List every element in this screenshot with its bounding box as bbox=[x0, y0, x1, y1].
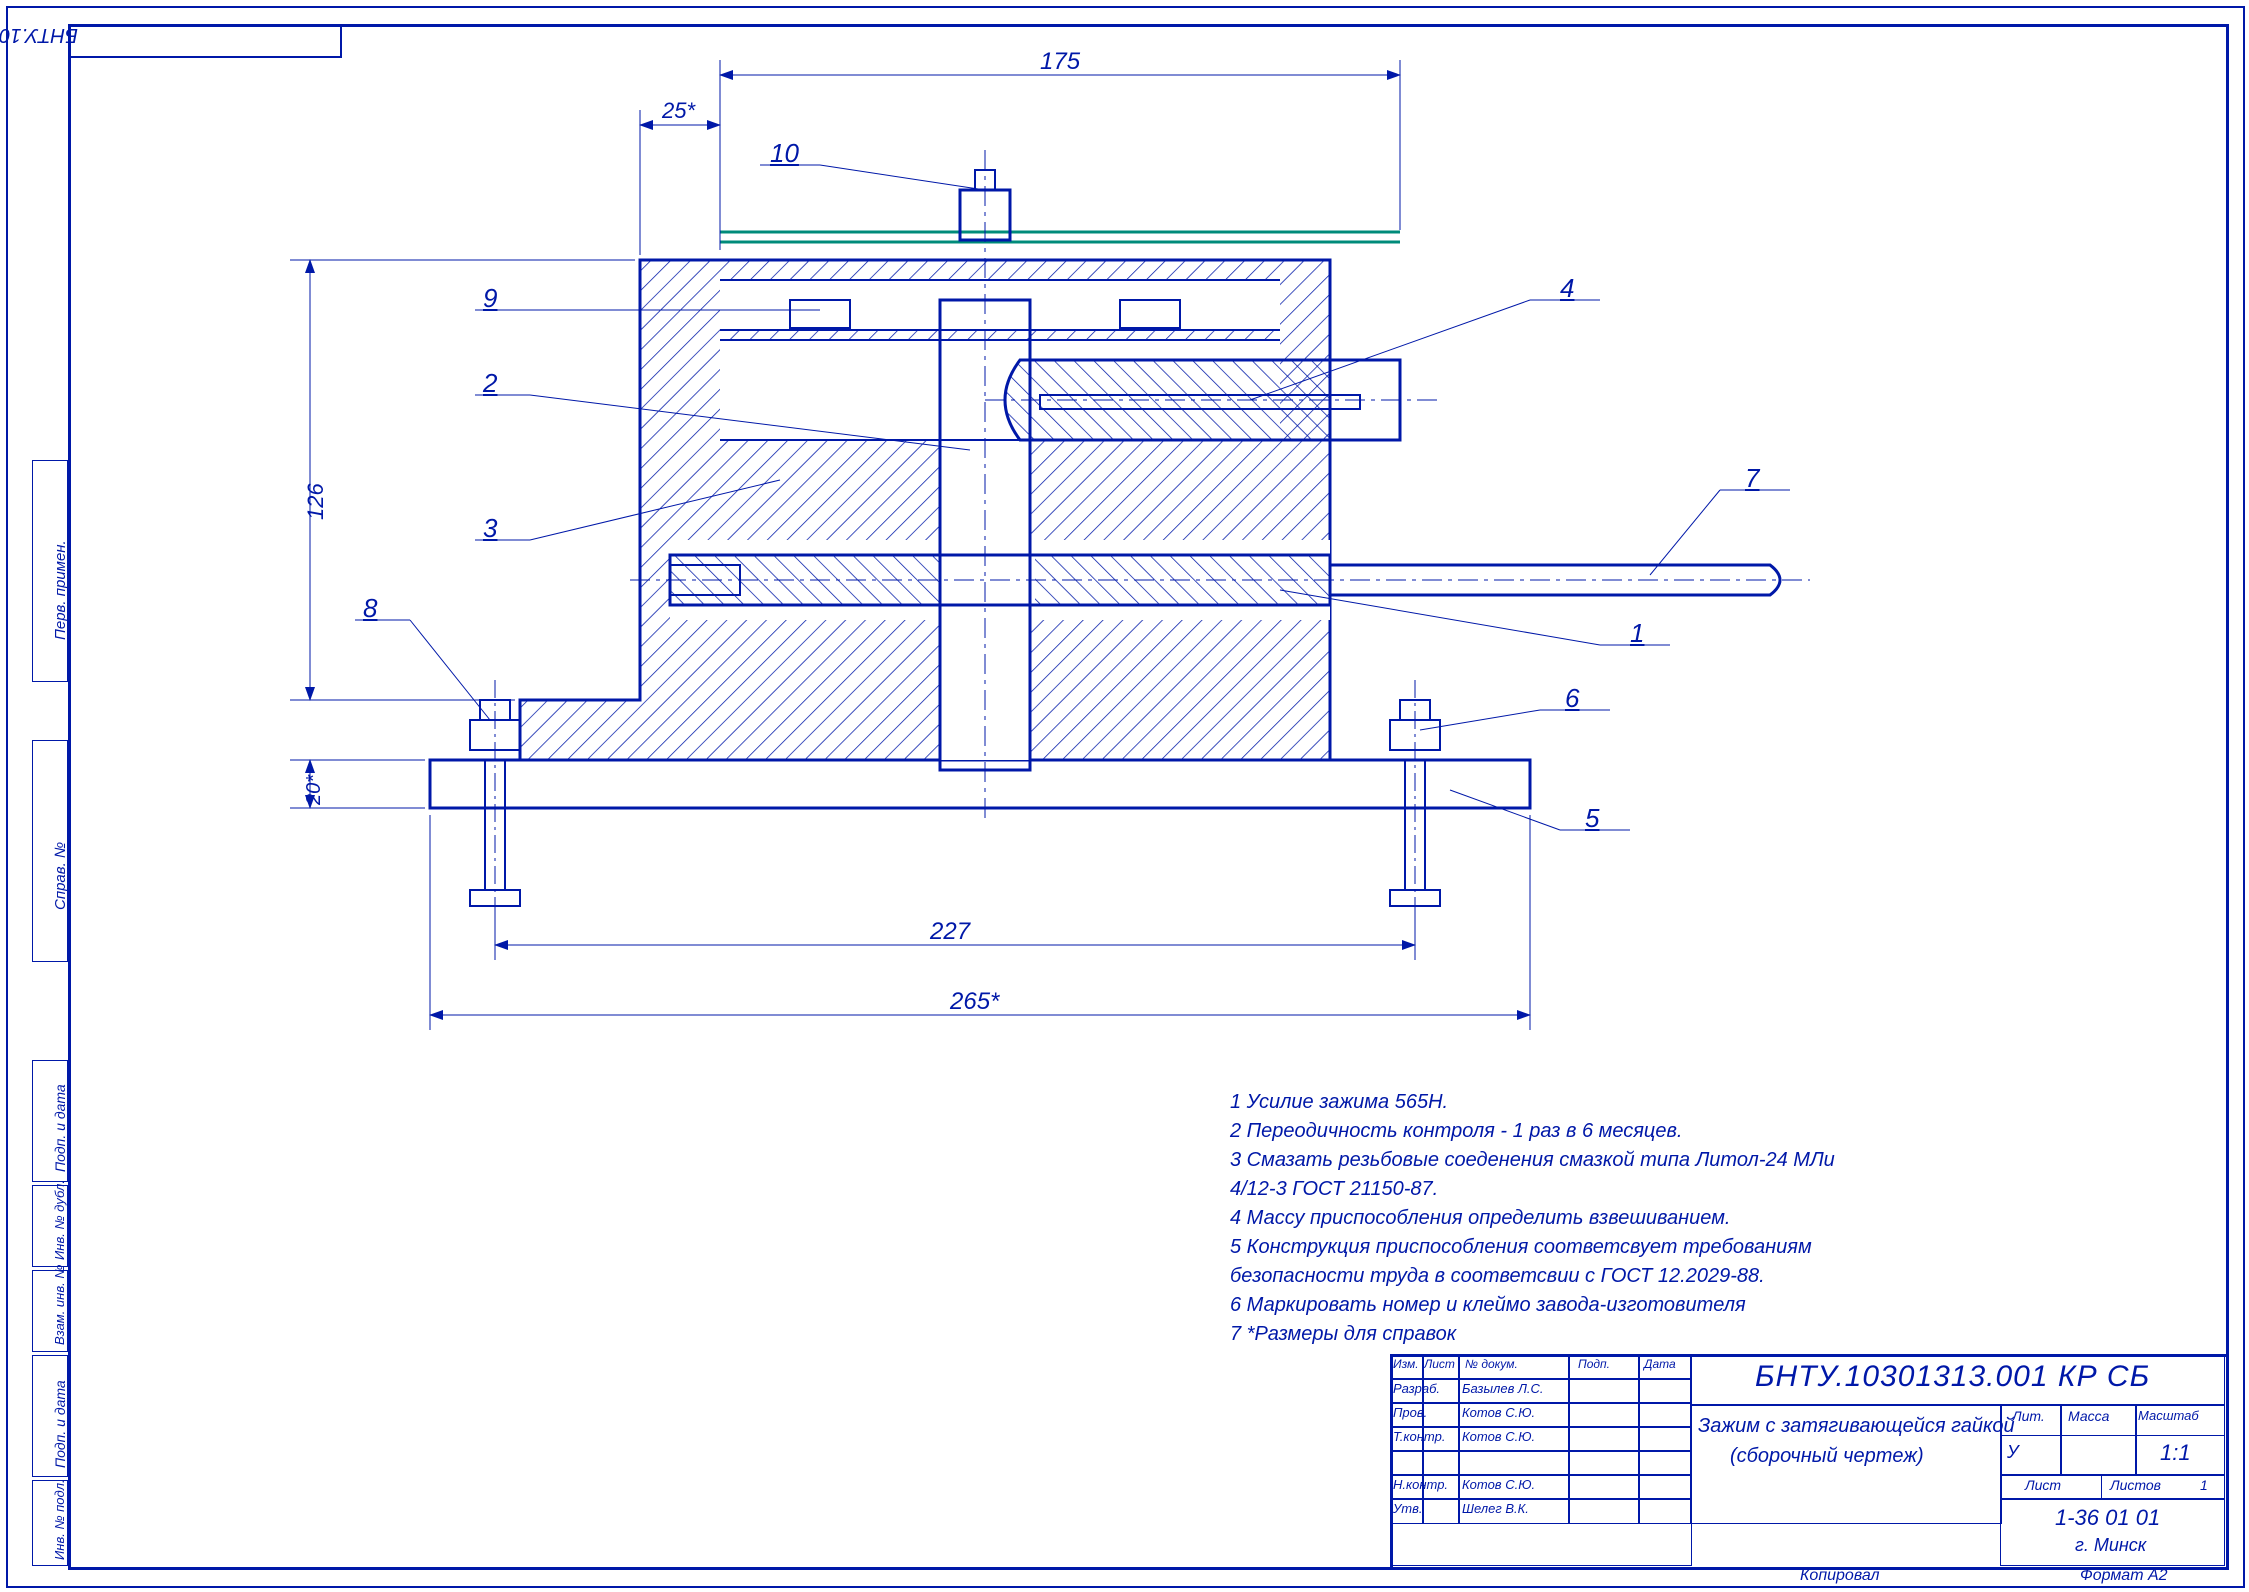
row-prov: Пров. bbox=[1393, 1405, 1427, 1420]
callout-8: 8 bbox=[363, 593, 377, 624]
dim-25: 25* bbox=[662, 98, 695, 124]
tb-spec: 1-36 01 01 bbox=[2055, 1505, 2160, 1531]
dim-175: 175 bbox=[1040, 48, 1080, 76]
tb-masht: Масштаб bbox=[2138, 1408, 2199, 1423]
callout-4: 4 bbox=[1560, 273, 1574, 304]
col-podp bbox=[1568, 1354, 1640, 1524]
tb-scale: 1:1 bbox=[2160, 1440, 2191, 1466]
tb-u: У bbox=[2007, 1442, 2019, 1463]
callout-6: 6 bbox=[1565, 683, 1579, 714]
tb-title2: (сборочный чертеж) bbox=[1730, 1445, 1924, 1468]
notes-block: 1 Усилие зажима 565Н. 2 Переодичность ко… bbox=[1230, 1090, 2190, 1351]
callout-5: 5 bbox=[1585, 803, 1599, 834]
tb-title1: Зажим с затягивающейся гайкой bbox=[1698, 1415, 2015, 1438]
note-7: 7 *Размеры для справок bbox=[1230, 1322, 2190, 1347]
tb-list: Лист bbox=[2025, 1477, 2061, 1493]
tb-drawing-no: БНТУ.10301313.001 КР СБ bbox=[1755, 1360, 2150, 1394]
note-4: 4 Массу приспособления определить взвеши… bbox=[1230, 1206, 2190, 1231]
format-label: Формат A2 bbox=[2080, 1567, 2168, 1585]
tb-massa: Масса bbox=[2068, 1408, 2109, 1424]
copier-label: Копировал bbox=[1800, 1567, 1880, 1585]
row-utv-name: Шелег В.К. bbox=[1462, 1501, 1529, 1516]
dim-227: 227 bbox=[930, 918, 970, 946]
callout-10: 10 bbox=[770, 138, 799, 169]
callout-7: 7 bbox=[1745, 463, 1759, 494]
tb-listov-n: 1 bbox=[2200, 1477, 2208, 1493]
callout-3: 3 bbox=[483, 513, 497, 544]
row-prov-name: Котов С.Ю. bbox=[1462, 1405, 1535, 1420]
tb-listov: Листов bbox=[2110, 1477, 2161, 1493]
note-3: 3 Смазать резьбовые соеденения смазкой т… bbox=[1230, 1148, 2190, 1173]
hdr-ndoc: № докум. bbox=[1465, 1357, 1518, 1371]
note-5: 5 Конструкция приспособления соответсвуе… bbox=[1230, 1235, 2190, 1260]
note-5b: безопасности труда в соответсвии с ГОСТ … bbox=[1230, 1264, 2190, 1289]
callout-1: 1 bbox=[1630, 618, 1644, 649]
note-6: 6 Маркировать номер и клеймо завода-изго… bbox=[1230, 1293, 2190, 1318]
col-data bbox=[1638, 1354, 1692, 1524]
note-1: 1 Усилие зажима 565Н. bbox=[1230, 1090, 2190, 1115]
row-razrab-name: Базылев Л.С. bbox=[1462, 1381, 1544, 1396]
tb-city: г. Минск bbox=[2075, 1535, 2146, 1556]
hdr-podp: Подп. bbox=[1578, 1357, 1610, 1371]
dim-20: 20* bbox=[303, 775, 326, 805]
hdr-izm: Изм. bbox=[1393, 1357, 1419, 1371]
row-utv: Утв. bbox=[1393, 1501, 1423, 1516]
note-2: 2 Переодичность контроля - 1 раз в 6 мес… bbox=[1230, 1119, 2190, 1144]
row-tkontr-name: Котов С.Ю. bbox=[1462, 1429, 1535, 1444]
callout-9: 9 bbox=[483, 283, 497, 314]
callout-2: 2 bbox=[483, 368, 497, 399]
row-nkontr: Н.контр. bbox=[1393, 1477, 1448, 1492]
row-razrab: Разраб. bbox=[1393, 1381, 1440, 1396]
hdr-list: Лист bbox=[1424, 1357, 1455, 1371]
note-3b: 4/12-3 ГОСТ 21150-87. bbox=[1230, 1177, 2190, 1202]
tb-lit: Лит. bbox=[2012, 1408, 2045, 1424]
dim-265: 265* bbox=[950, 988, 999, 1016]
row-tkontr: Т.контр. bbox=[1393, 1429, 1445, 1444]
hdr-data: Дата bbox=[1644, 1357, 1676, 1371]
dim-126: 126 bbox=[303, 483, 329, 520]
row-nkontr-name: Котов С.Ю. bbox=[1462, 1477, 1535, 1492]
